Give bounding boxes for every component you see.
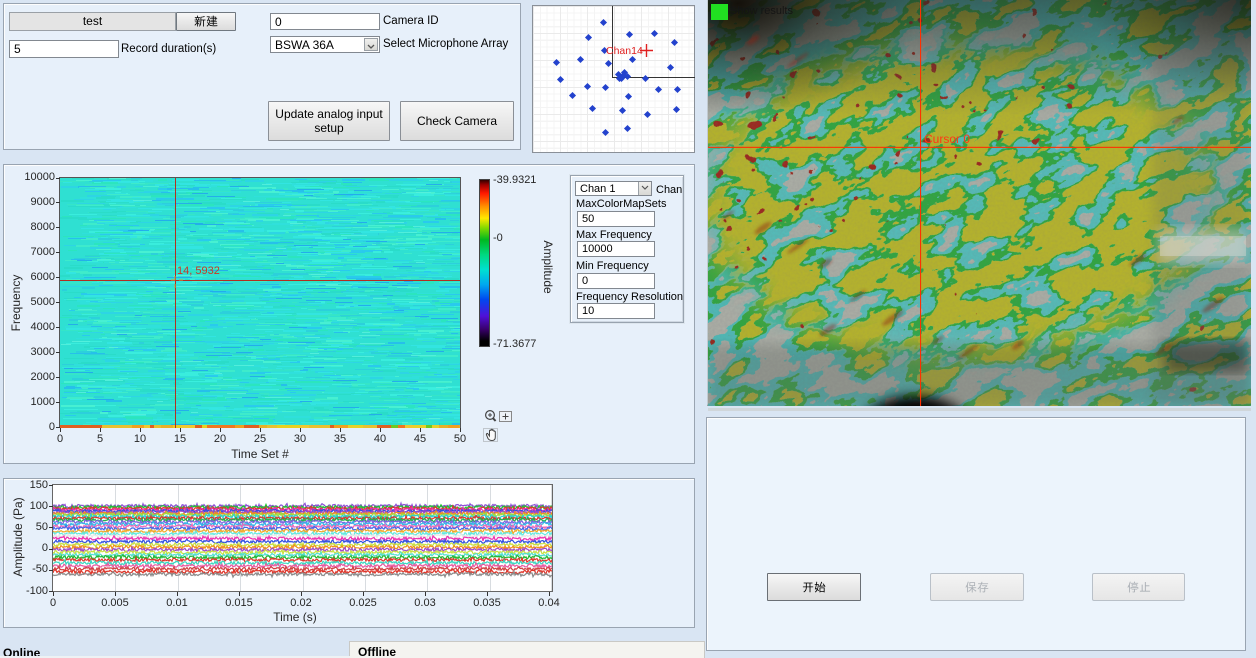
svg-text:Cursor 0: Cursor 0 bbox=[924, 132, 970, 146]
